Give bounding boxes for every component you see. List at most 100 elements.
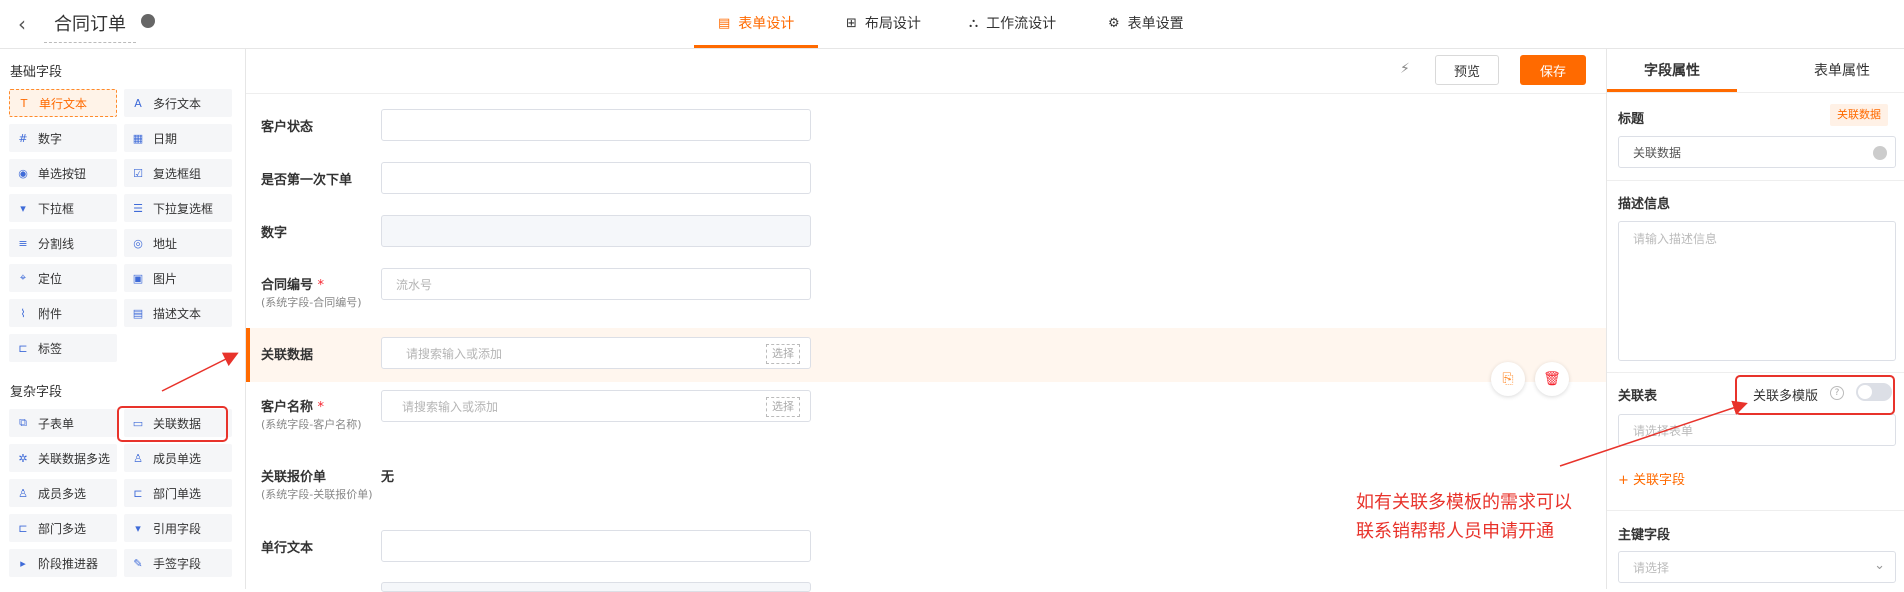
checkbox-icon: ☑ [133, 166, 143, 180]
tab-form-properties[interactable]: 表单属性 [1814, 60, 1870, 80]
single-text-input[interactable] [381, 530, 811, 562]
field-checkbox-group[interactable]: ☑ 复选框组 [124, 159, 232, 187]
layout-icon: ⊞ [846, 15, 857, 31]
annotation-box-multi-template [1735, 375, 1895, 415]
form-title[interactable]: 合同订单 [44, 10, 136, 43]
globe-icon[interactable] [141, 14, 155, 28]
number-icon: # [18, 131, 28, 145]
related-quote-value: 无 [381, 470, 395, 485]
choose-button[interactable]: 选择 [766, 397, 800, 417]
tab-field-properties[interactable]: 字段属性 [1644, 60, 1700, 80]
field-date[interactable]: ▦ 日期 [124, 124, 232, 152]
first-order-input[interactable] [381, 162, 811, 194]
add-related-field-link[interactable]: + 关联字段 [1618, 469, 1685, 488]
complex-fields-title: 复杂字段 [10, 385, 63, 400]
title-label: 标题 [1618, 112, 1645, 127]
active-tab-underline [694, 45, 818, 48]
description-textarea[interactable]: 请输入描述信息 [1618, 221, 1896, 361]
field-sub-contract-no: (系统字段-合同编号) [261, 296, 362, 309]
copy-icon[interactable]: ⎘ [1491, 362, 1525, 396]
dropdown-icon: ▾ [20, 201, 26, 215]
field-tag[interactable]: ⊏ 标签 [9, 334, 117, 362]
description-label: 描述信息 [1618, 197, 1671, 212]
reference-icon: ▾ [135, 521, 141, 535]
paperclip-icon: ⌇ [20, 306, 26, 320]
number-input[interactable] [381, 215, 811, 247]
org-multi-icon: ⊏ [18, 521, 28, 535]
field-label-related-quote: 关联报价单 [261, 470, 327, 485]
dropdown-multi-icon: ☰ [133, 201, 143, 215]
field-department-single[interactable]: ⊏ 部门单选 [124, 479, 232, 507]
divider [1607, 510, 1904, 511]
annotation-box-related-data [117, 406, 228, 442]
save-button[interactable]: 保存 [1520, 55, 1586, 85]
primary-key-label: 主键字段 [1618, 528, 1671, 543]
preview-button[interactable]: 预览 [1435, 55, 1499, 85]
field-label-related-data: 关联数据 [261, 348, 314, 363]
delete-icon[interactable]: 🗑 [1535, 362, 1569, 396]
field-address[interactable]: ◎ 地址 [124, 229, 232, 257]
field-radio[interactable]: ◉ 单选按钮 [9, 159, 117, 187]
customer-status-input[interactable] [381, 109, 811, 141]
field-member-multi[interactable]: ♙ 成员多选 [9, 479, 117, 507]
field-sub-customer-name: (系统字段-客户名称) [261, 418, 362, 431]
field-image[interactable]: ▣ 图片 [124, 264, 232, 292]
field-number[interactable]: # 数字 [9, 124, 117, 152]
field-dropdown-multi[interactable]: ☰ 下拉复选框 [124, 194, 232, 222]
pen-icon: ✎ [133, 556, 143, 570]
basic-fields-title: 基础字段 [10, 65, 63, 80]
field-signature[interactable]: ✎ 手签字段 [124, 549, 232, 577]
field-description-text[interactable]: ▤ 描述文本 [124, 299, 232, 327]
field-reference[interactable]: ▾ 引用字段 [124, 514, 232, 542]
globe-icon[interactable] [1873, 146, 1887, 160]
right-tabs-divider [1607, 92, 1904, 93]
magic-wand-icon[interactable]: ⚡ [1400, 61, 1410, 77]
gear-icon: ⚙ [1108, 15, 1120, 31]
primary-key-select[interactable]: 请选择 ⌄ [1618, 551, 1896, 583]
chevron-down-icon: ⌄ [1874, 558, 1885, 573]
tab-workflow-design[interactable]: ⛬ 工作流设计 [969, 13, 1056, 33]
field-member-single[interactable]: ♙ 成员单选 [124, 444, 232, 472]
field-stage-progress[interactable]: ▸ 阶段推进器 [9, 549, 117, 577]
tab-layout-design[interactable]: ⊞ 布局设计 [846, 13, 921, 33]
title-input[interactable]: 关联数据 [1618, 136, 1896, 168]
field-department-multi[interactable]: ⊏ 部门多选 [9, 514, 117, 542]
field-label-contract-no: 合同编号 * [261, 278, 325, 293]
divider [1607, 180, 1904, 181]
field-type-tag: 关联数据 [1830, 104, 1888, 126]
field-attachment[interactable]: ⌇ 附件 [9, 299, 117, 327]
tab-form-design[interactable]: ▤ 表单设计 [718, 13, 794, 33]
tab-form-settings[interactable]: ⚙ 表单设置 [1108, 13, 1184, 33]
divider-icon: ≡ [18, 236, 28, 250]
org-icon: ⊏ [133, 486, 143, 500]
field-label-number: 数字 [261, 226, 288, 241]
chevron-left-icon[interactable]: ‹ [18, 12, 26, 36]
field-single-line-text[interactable]: T 单行文本 [9, 89, 117, 117]
customer-name-input[interactable]: 请搜索输入或添加 选择 [381, 390, 811, 422]
field-divider[interactable]: ≡ 分割线 [9, 229, 117, 257]
selected-field-indicator [246, 328, 250, 382]
related-table-select[interactable]: 请选择表单 [1618, 414, 1896, 446]
document-icon: ▤ [132, 306, 144, 320]
workflow-icon: ⛬ [969, 15, 979, 31]
field-subform[interactable]: ⧉ 子表单 [9, 409, 117, 437]
field-dropdown[interactable]: ▾ 下拉框 [9, 194, 117, 222]
divider [1607, 372, 1904, 373]
field-multi-line-text[interactable]: A 多行文本 [124, 89, 232, 117]
subform-icon: ⧉ [19, 416, 27, 429]
field-related-data-multi[interactable]: ✲ 关联数据多选 [9, 444, 117, 472]
field-label-customer-name: 客户名称 * [261, 400, 325, 415]
form-icon: ▤ [718, 15, 731, 31]
field-label-single-text: 单行文本 [261, 541, 314, 556]
field-sub-related-quote: (系统字段-关联报价单) [261, 488, 373, 501]
next-field-input[interactable] [381, 582, 811, 592]
field-location[interactable]: ⌖ 定位 [9, 264, 117, 292]
related-table-label: 关联表 [1618, 389, 1658, 404]
annotation-note: 如有关联多模板的需求可以 联系销帮帮人员申请开通 [1356, 492, 1572, 542]
field-label-customer-status: 客户状态 [261, 120, 314, 135]
choose-button[interactable]: 选择 [766, 344, 800, 364]
tag-icon: ⊏ [18, 341, 28, 355]
related-data-input[interactable]: 请搜索输入或添加 选择 [381, 337, 811, 369]
contract-no-input[interactable]: 流水号 [381, 268, 811, 300]
related-multi-icon: ✲ [18, 451, 28, 465]
